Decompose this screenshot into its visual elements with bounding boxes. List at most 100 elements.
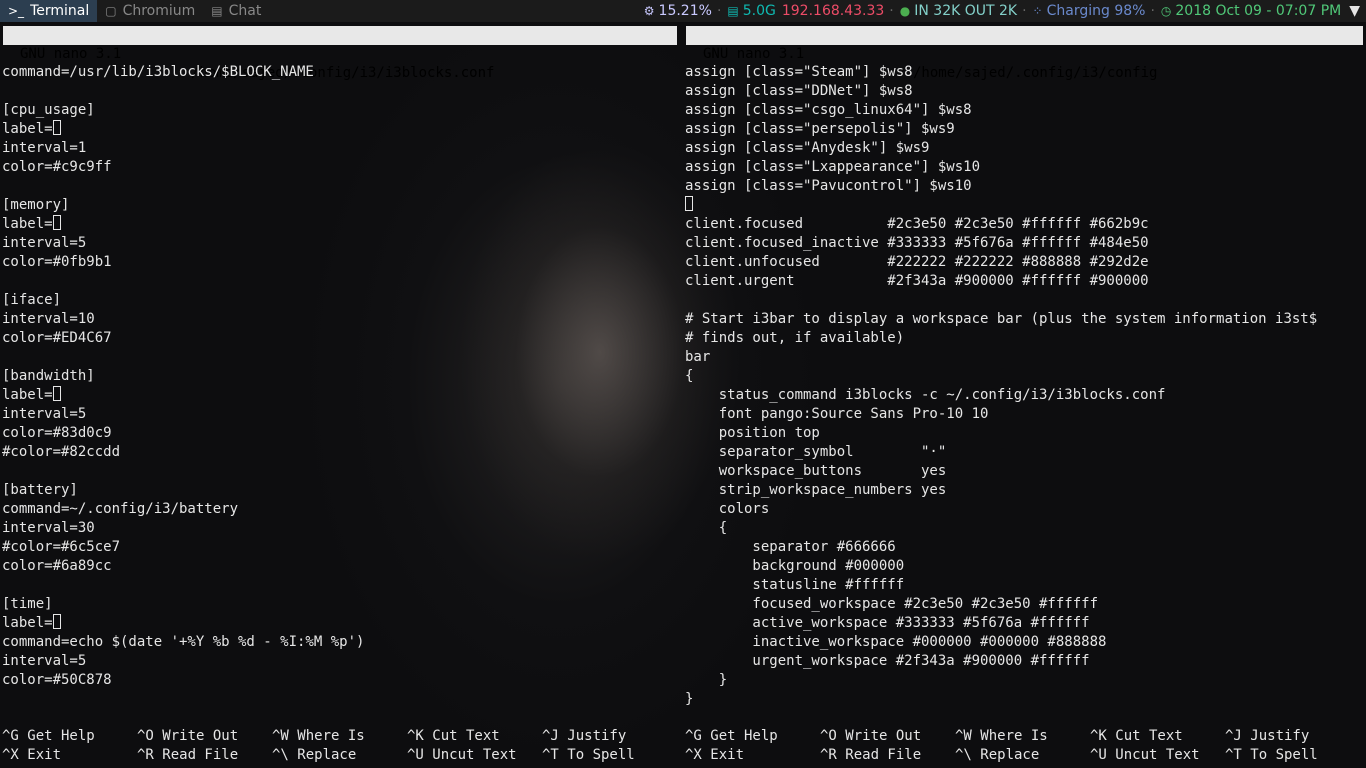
code-line: [bandwidth] [2,368,95,384]
shortcut-label: To Spell [558,747,635,763]
shortcut-item[interactable]: ^R Read File [137,746,238,765]
code-line: [memory] [2,197,70,213]
memory-icon: ▤ [727,4,739,18]
code-line: label= [2,614,364,633]
code-line: separator_symbol "·" [685,444,947,460]
shortcut-label: To Spell [1241,747,1318,763]
chat-icon: ▤ [211,4,223,18]
shortcut-item[interactable]: ^K Cut Text [1090,727,1183,746]
workspace-label: Terminal [30,3,90,19]
shortcut-label: Exit [18,747,62,763]
shortcut-item[interactable]: ^G Get Help [685,727,778,746]
editor-buffer[interactable]: assign [class="Steam"] $ws8 assign [class… [685,63,1317,709]
shortcut-item[interactable]: ^W Where Is [955,727,1048,746]
shortcut-label: Justify [558,728,627,744]
shortcut-key: ^W [955,728,972,744]
code-line: separator #666666 [685,539,896,555]
code-line: [battery] [2,482,78,498]
code-line: command=echo $(date '+%Y %b %d - %I:%M %… [2,634,365,650]
code-line: [cpu_usage] [2,102,95,118]
shortcut-item[interactable]: ^O Write Out [820,727,921,746]
shortcut-item[interactable]: ^W Where Is [272,727,365,746]
cpu-usage-value: 15.21% [658,3,712,19]
battery-value: Charging 98% [1046,3,1146,19]
code-line: interval=5 [2,235,87,251]
shortcut-item[interactable]: ^\ Replace [272,746,356,765]
shortcut-item[interactable]: ^J Justify [1225,727,1309,746]
code-line: colors [685,501,770,517]
code-line: background #000000 [685,558,905,574]
browser-icon: ▢ [105,4,117,18]
shortcut-item[interactable]: ^T To Spell [1225,746,1318,765]
shortcut-label: Cut Text [423,728,500,744]
shortcut-label: Cut Text [1106,728,1183,744]
clock-icon: ◷ [1160,4,1172,18]
nano-pane-i3blocks[interactable]: GNU nano 3.1 /home/sajed/.config/i3/i3bl… [0,22,680,768]
shortcut-key: ^G [2,728,19,744]
shortcut-key: ^K [1090,728,1107,744]
code-line: color=#0fb9b1 [2,254,112,270]
nano-version: GNU nano 3.1 [703,46,805,62]
code-line: position top [685,425,820,441]
memory-block: ▤ 5.0G [727,3,775,19]
shortcut-item[interactable]: ^U Uncut Text [1090,746,1200,765]
shortcut-key: ^\ [272,747,289,763]
workspace-chromium[interactable]: ▢ Chromium [97,0,203,22]
code-line: color=#ED4C67 [2,330,112,346]
shortcut-key: ^O [820,728,837,744]
shortcut-item[interactable]: ^R Read File [820,746,921,765]
shortcut-key: ^T [542,747,559,763]
shortcut-label: Read File [836,747,922,763]
status-blocks: ⚙ 15.21% · ▤ 5.0G 192.168.43.33 · ● IN 3… [638,0,1366,22]
shortcut-item[interactable]: ^O Write Out [137,727,238,746]
code-line: { [685,520,728,536]
workspace-terminal[interactable]: >_ Terminal [0,0,98,22]
shortcut-item[interactable]: ^\ Replace [955,746,1039,765]
code-line: label= [2,215,364,234]
code-line: assign [class="Lxappearance"] $ws10 [685,159,981,175]
code-line: # Start i3bar to display a workspace bar… [685,311,1318,327]
shortcut-item[interactable]: ^T To Spell [542,746,635,765]
shortcut-item[interactable]: ^G Get Help [2,727,95,746]
shortcut-key: ^R [820,747,837,763]
shortcut-item[interactable]: ^J Justify [542,727,626,746]
workspace-label: Chromium [122,3,196,19]
code-line: color=#6a89cc [2,558,112,574]
nano-pane-config[interactable]: GNU nano 3.1 /home/sajed/.config/i3/conf… [683,22,1366,768]
shortcut-item[interactable]: ^U Uncut Text [407,746,517,765]
code-line: client.urgent #2f343a #900000 #ffffff #9… [685,273,1149,289]
nano-titlebar: GNU nano 3.1 /home/sajed/.config/i3/conf… [686,26,1363,81]
code-line: } [685,672,728,688]
shortcut-key: ^J [1225,728,1242,744]
code-line: #color=#6c5ce7 [2,539,121,555]
shortcut-key: ^W [272,728,289,744]
shortcut-label: Uncut Text [1106,747,1200,763]
memory-value: 5.0G [742,3,776,19]
code-line [685,196,1317,215]
shortcut-item[interactable]: ^X Exit [685,746,744,765]
terminal-icon: >_ [8,4,25,18]
code-line: { [685,368,694,384]
shortcut-label: Replace [288,747,357,763]
shortcut-item[interactable]: ^X Exit [2,746,61,765]
nano-titlebar: GNU nano 3.1 /home/sajed/.config/i3/i3bl… [3,26,677,81]
network-icon: ● [899,4,911,18]
code-line: interval=5 [2,653,87,669]
workspace-chat[interactable]: ▤ Chat [203,0,269,22]
code-line: workspace_buttons yes [685,463,947,479]
wifi-icon[interactable]: ▼ [1349,3,1360,19]
text-cursor [52,386,61,401]
editor-buffer[interactable]: command=/usr/lib/i3blocks/$BLOCK_NAME [cp… [2,63,364,690]
code-line: statusline #ffffff [685,577,905,593]
shortcut-item[interactable]: ^K Cut Text [407,727,500,746]
status-separator: · [1022,3,1027,19]
code-line: #color=#82ccdd [2,444,121,460]
shortcut-label: Justify [1241,728,1310,744]
ip-address: 192.168.43.33 [781,3,885,19]
shortcut-label: Write Out [836,728,922,744]
shortcut-label: Get Help [701,728,778,744]
